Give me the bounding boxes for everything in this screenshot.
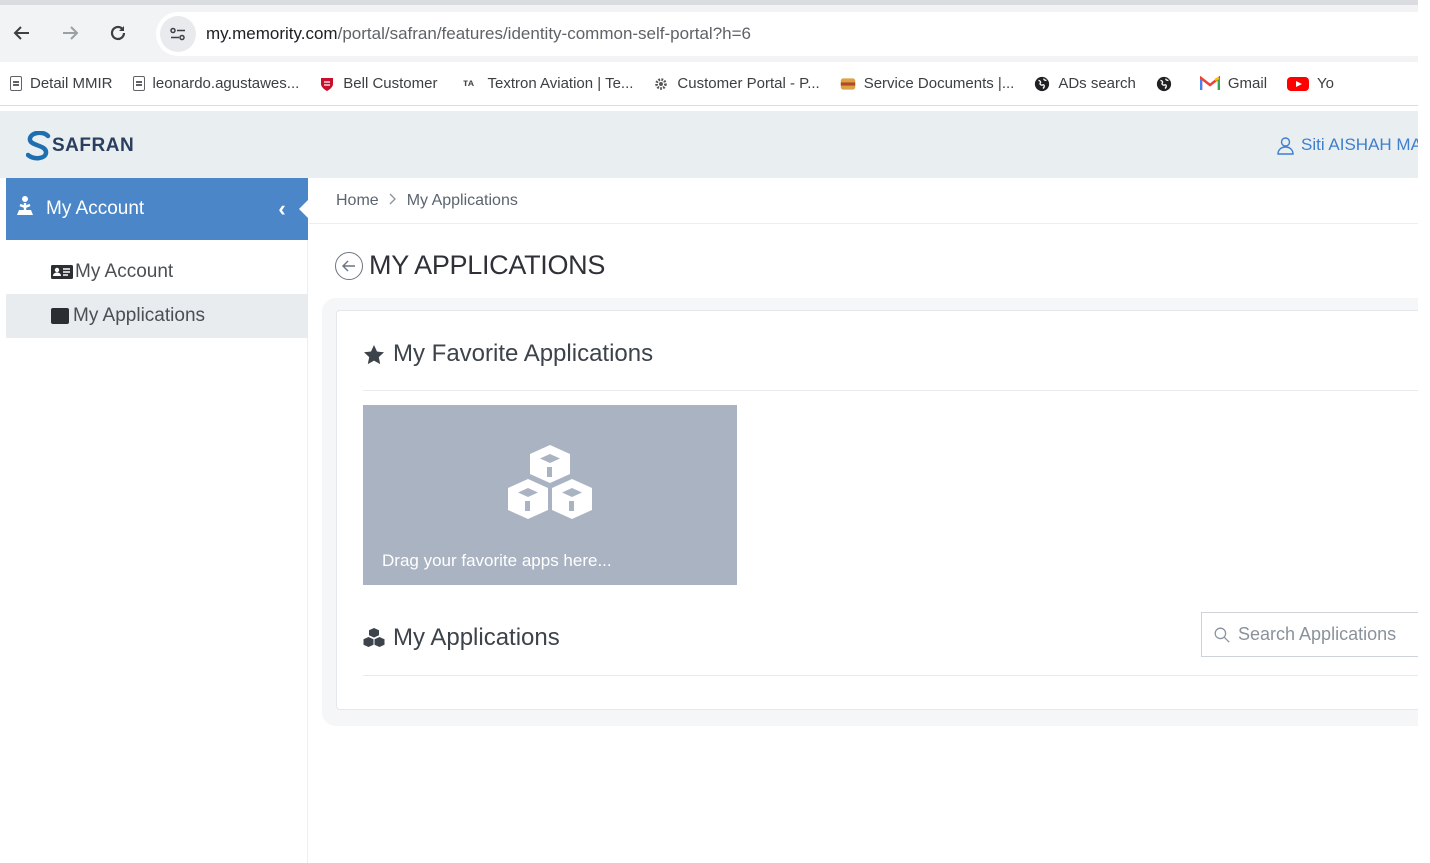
favorites-title-text: My Favorite Applications (393, 340, 654, 367)
page-title: MY APPLICATIONS (369, 250, 606, 280)
user-icon (1277, 136, 1294, 155)
bookmark-label: leonardo.agustawes... (152, 75, 300, 92)
bookmark-gmail[interactable]: Gmail (1199, 75, 1268, 92)
sidebar-item-my-account[interactable]: My Account (6, 250, 308, 294)
viewport-right-gutter (1418, 0, 1430, 863)
bell-shield-icon (319, 76, 335, 92)
breadcrumb: Home My Applications (309, 178, 1418, 224)
breadcrumb-home[interactable]: Home (336, 192, 379, 210)
applications-divider (363, 675, 1418, 676)
safran-logo[interactable]: SAFRAN (26, 131, 134, 161)
chevron-left-icon: ‹ (278, 196, 286, 221)
favorites-hint: Drag your favorite apps here... (382, 551, 612, 570)
address-bar[interactable]: my.memority.com/portal/safran/features/i… (156, 12, 1418, 56)
arrow-left-icon (342, 260, 355, 271)
safran-s-icon (26, 131, 51, 161)
sidebar: My Account ‹ My Account My Applications (6, 178, 308, 863)
bookmark-detail-mmir[interactable]: Detail MMIR (10, 75, 113, 92)
chevron-right-icon (389, 193, 396, 204)
tune-icon (170, 27, 185, 41)
bookmark-textron[interactable]: ᴛᴀ Textron Aviation | Te... (457, 75, 633, 92)
page-icon (132, 76, 145, 91)
id-card-icon (51, 264, 73, 280)
youtube-icon (1287, 76, 1310, 92)
arrow-right-icon (63, 26, 79, 40)
cubes-icon (363, 628, 385, 648)
forward-button[interactable] (56, 18, 84, 48)
bookmark-label: Bell Customer (343, 75, 438, 92)
search-icon (1214, 627, 1230, 643)
applications-section-title: My Applications (363, 624, 560, 652)
bookmark-customer-portal[interactable]: Customer Portal - P... (653, 75, 820, 92)
star-icon (363, 344, 385, 365)
favorites-section-title: My Favorite Applications (363, 340, 653, 368)
favorites-dropzone[interactable]: Drag your favorite apps here... (363, 405, 737, 585)
bookmark-label: Detail MMIR (30, 75, 113, 92)
arrow-left-icon (13, 26, 29, 40)
search-applications-box[interactable] (1201, 612, 1418, 657)
user-account-icon (14, 195, 36, 223)
browser-top-edge (0, 0, 1430, 5)
user-menu-link[interactable]: Siti AISHAH MA (1276, 135, 1422, 155)
applications-title-text: My Applications (393, 624, 560, 651)
browser-toolbar: my.memority.com/portal/safran/features/i… (0, 0, 1430, 62)
globe-icon (1156, 76, 1172, 92)
bookmark-label: Gmail (1227, 75, 1268, 92)
cubes-icon (508, 445, 592, 519)
sidebar-item-my-applications[interactable]: My Applications (6, 294, 308, 338)
sidebar-collapse-button[interactable]: ‹ (268, 178, 308, 240)
bookmark-globe[interactable] (1156, 76, 1180, 92)
url-text[interactable]: my.memority.com/portal/safran/features/i… (206, 24, 751, 44)
user-name: Siti AISHAH MA (1301, 135, 1422, 154)
search-applications-input[interactable] (1238, 624, 1418, 645)
breadcrumb-separator (389, 192, 397, 210)
sidebar-item-label: My Account (75, 261, 174, 282)
bookmark-label: Yo (1317, 75, 1335, 92)
bookmark-label: Customer Portal - P... (677, 75, 820, 92)
url-host: my.memority.com (206, 24, 338, 43)
textron-icon: ᴛᴀ (463, 78, 474, 89)
bookmarks-bar: Detail MMIR leonardo.agustawes... Bell C… (0, 62, 1430, 106)
window-icon (51, 308, 69, 324)
bookmark-ads-search[interactable]: ADs search (1034, 75, 1136, 92)
sidebar-section-label: My Account (46, 198, 145, 219)
favorites-divider (363, 390, 1418, 391)
bookmark-bell-customer[interactable]: Bell Customer (319, 75, 437, 92)
logo-text: SAFRAN (52, 135, 135, 156)
bookmark-youtube[interactable]: Yo (1287, 75, 1334, 92)
reload-icon (110, 25, 126, 41)
app-header: SAFRAN Siti AISHAH MA (0, 111, 1422, 178)
back-button[interactable] (8, 18, 36, 48)
bookmark-leonardo[interactable]: leonardo.agustawes... (132, 75, 300, 92)
gmail-icon (1199, 76, 1220, 92)
bookmark-label: Textron Aviation | Te... (487, 75, 634, 92)
url-path: /portal/safran/features/identity-common-… (337, 24, 751, 43)
bookmark-label: ADs search (1058, 75, 1136, 92)
site-info-button[interactable] (160, 16, 196, 52)
breadcrumb-current: My Applications (406, 191, 518, 209)
bookmark-label: Service Documents |... (863, 75, 1015, 92)
gear-icon (653, 76, 669, 92)
globe-icon (1034, 76, 1050, 92)
bookmark-service-documents[interactable]: Service Documents |... (840, 75, 1015, 92)
back-circle-button[interactable] (335, 251, 363, 280)
service-doc-icon (840, 76, 856, 92)
reload-button[interactable] (104, 18, 132, 48)
page-icon (10, 76, 22, 91)
page-title-row: MY APPLICATIONS (335, 250, 605, 281)
sidebar-item-label: My Applications (73, 305, 206, 326)
sidebar-section-my-account[interactable]: My Account ‹ (6, 178, 308, 240)
